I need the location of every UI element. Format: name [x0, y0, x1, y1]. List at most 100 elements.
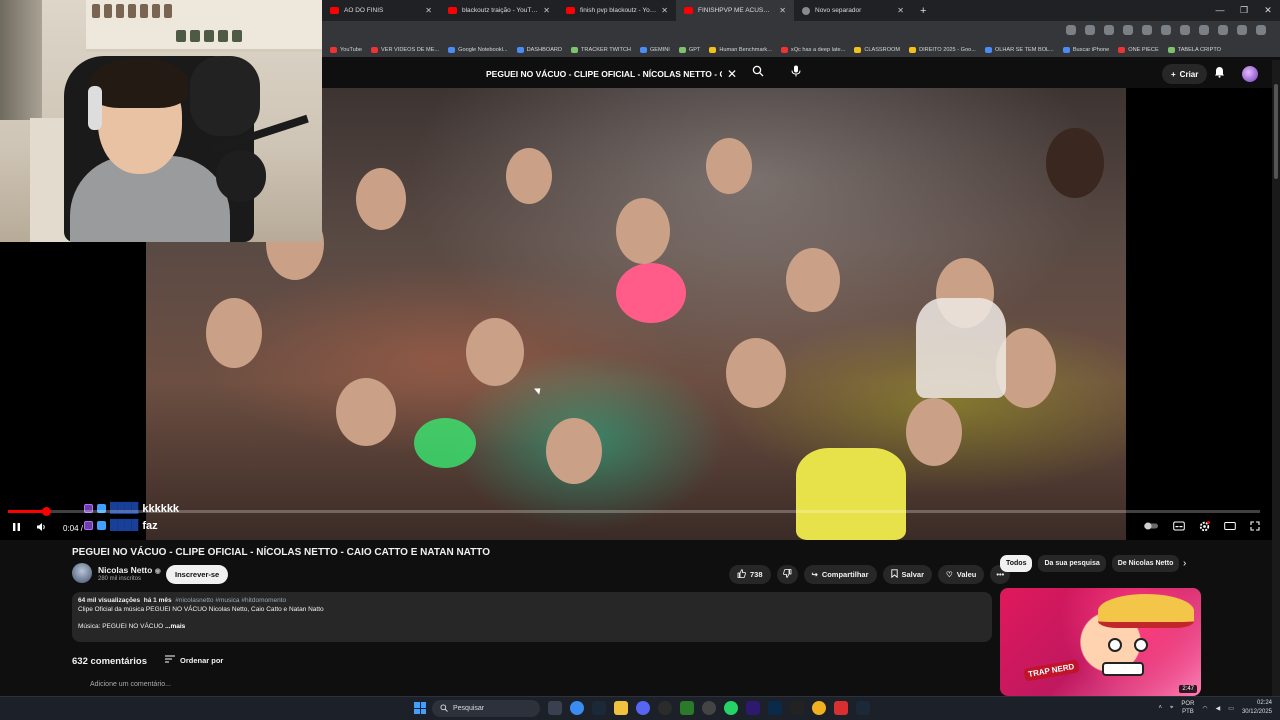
chevron-right-icon[interactable]: › — [1183, 558, 1186, 569]
subscribe-button[interactable]: Inscrever-se — [166, 565, 229, 584]
puzzle-icon[interactable] — [1218, 25, 1228, 35]
bookmark[interactable]: GPT — [678, 47, 700, 53]
github-icon[interactable] — [658, 701, 672, 715]
bookmark[interactable]: DIREITO 2025 - Goo... — [909, 47, 976, 53]
steam-icon[interactable] — [856, 701, 870, 715]
dislike-button[interactable] — [776, 565, 798, 584]
system-clock[interactable]: 02:24 30/12/2025 — [1242, 699, 1272, 717]
clear-search-icon[interactable]: ✕ — [722, 67, 742, 81]
close-icon[interactable]: ✕ — [661, 6, 668, 15]
premiere-icon[interactable] — [746, 701, 760, 715]
channel-avatar[interactable] — [72, 563, 92, 583]
browser-tab[interactable]: finish pvp blackoutz - YouTube ✕ — [558, 0, 676, 21]
bookmark[interactable]: TRACKER TWITCH — [571, 47, 631, 53]
bookmark[interactable]: YouTube — [330, 47, 362, 53]
like-button[interactable]: 738 — [729, 565, 771, 584]
search-icon[interactable] — [752, 65, 770, 83]
extension-icon[interactable] — [1142, 25, 1152, 35]
sort-comments-button[interactable]: Ordenar por — [165, 655, 223, 665]
bookmark[interactable]: DASHBOARD — [516, 47, 562, 53]
bookmark[interactable]: xQc has a deep late... — [780, 47, 845, 53]
show-more-link[interactable]: ...mais — [165, 623, 185, 630]
chip-from-channel[interactable]: De Nicolas Netto — [1111, 555, 1180, 572]
microphone-icon[interactable] — [787, 65, 805, 83]
bookmark[interactable]: TABELA CRIPTO — [1167, 47, 1221, 53]
chip-from-search[interactable]: Da sua pesquisa — [1038, 555, 1106, 572]
chevron-up-icon[interactable]: ˄ — [1159, 705, 1163, 711]
bookmark[interactable]: Google Notebookl... — [448, 47, 508, 53]
steam-icon[interactable] — [592, 701, 606, 715]
close-icon[interactable]: ✕ — [543, 6, 550, 15]
hashtags[interactable]: #nicolasnetto #musica #hitdomomento — [175, 597, 286, 604]
maximize-icon[interactable]: ❐ — [1232, 0, 1256, 21]
minimize-icon[interactable]: — — [1208, 0, 1232, 21]
scrollbar-thumb[interactable] — [1274, 84, 1278, 179]
share-button[interactable]: ↪ Compartilhar — [803, 565, 877, 584]
browser-tab[interactable]: Novo separador ✕ — [794, 0, 912, 21]
browser-tab[interactable]: ÃO DO FINIS ✕ — [322, 0, 440, 21]
extension-icon[interactable] — [1104, 25, 1114, 35]
close-window-icon[interactable]: ✕ — [1256, 0, 1280, 21]
browser-tab[interactable]: blackoutz traição - YouTube ✕ — [440, 0, 558, 21]
progress-scrubber[interactable] — [41, 507, 51, 516]
speaker-icon[interactable]: ◀ — [1216, 705, 1221, 712]
epic-icon[interactable] — [702, 701, 716, 715]
new-tab-button[interactable]: + — [912, 5, 934, 17]
input-language[interactable]: POR PTB — [1181, 700, 1194, 716]
capcut-icon[interactable] — [790, 701, 804, 715]
task-view-icon[interactable] — [548, 701, 562, 715]
extension-icon[interactable] — [1180, 25, 1190, 35]
pause-icon[interactable] — [12, 522, 21, 535]
search-box[interactable]: PEGUEI NO VÁCUO - CLIPE OFICIAL - NÍCOLA… — [474, 63, 754, 85]
autoplay-toggle-icon[interactable] — [1143, 521, 1159, 535]
search-input[interactable]: PEGUEI NO VÁCUO - CLIPE OFICIAL - NÍCOLA… — [474, 69, 722, 79]
close-icon[interactable]: ✕ — [779, 6, 786, 15]
profile-icon[interactable] — [1237, 25, 1247, 35]
star-icon[interactable] — [1085, 25, 1095, 35]
extension-icon[interactable] — [1066, 25, 1076, 35]
page-scrollbar[interactable] — [1272, 60, 1280, 696]
account-avatar[interactable] — [1242, 66, 1258, 82]
acrobat-icon[interactable] — [834, 701, 848, 715]
battery-icon[interactable]: ▭ — [1228, 705, 1234, 712]
wifi-icon[interactable]: ◠ — [1202, 705, 1207, 712]
save-button[interactable]: Salvar — [882, 565, 933, 584]
app-icon[interactable] — [812, 701, 826, 715]
extension-icon[interactable] — [1161, 25, 1171, 35]
bookmark[interactable]: Buscar iPhone — [1062, 47, 1109, 53]
bookmark[interactable]: Human Benchmark... — [709, 47, 772, 53]
bookmark[interactable]: ONE PIECE — [1118, 47, 1159, 53]
photoshop-icon[interactable] — [768, 701, 782, 715]
windows-start-icon[interactable] — [414, 702, 426, 714]
settings-gear-icon[interactable] — [1199, 521, 1210, 535]
video-description[interactable]: 64 mil visualizações há 1 mês #nicolasne… — [72, 592, 992, 642]
nvidia-icon[interactable] — [680, 701, 694, 715]
thanks-button[interactable]: ♡ Valeu — [938, 565, 985, 584]
extension-icon[interactable] — [1199, 25, 1209, 35]
taskbar-search[interactable]: Pesquisar — [432, 700, 540, 717]
browser-tab-active[interactable]: FINISHPVP ME ACUSOU DE HA ✕ — [676, 0, 794, 21]
bookmark[interactable]: VER VIDEOS DE ME... — [370, 47, 439, 53]
add-comment-input[interactable]: Adicione um comentário... — [90, 681, 171, 688]
discord-icon[interactable] — [636, 701, 650, 715]
fullscreen-icon[interactable] — [1250, 521, 1260, 535]
close-icon[interactable]: ✕ — [425, 6, 432, 15]
extension-icon[interactable] — [1123, 25, 1133, 35]
theater-mode-icon[interactable] — [1224, 521, 1236, 535]
channel-name[interactable]: Nicolas Netto ◉ — [98, 565, 161, 575]
video-progress-bar[interactable] — [8, 507, 1260, 516]
bookmark[interactable]: CLASSROOM — [854, 47, 900, 53]
close-icon[interactable]: ✕ — [897, 6, 904, 15]
subtitles-icon[interactable] — [1173, 521, 1185, 535]
volume-icon[interactable] — [36, 522, 47, 535]
chip-all[interactable]: Todos — [1000, 555, 1033, 572]
notifications-bell-icon[interactable] — [1214, 66, 1225, 81]
bookmark[interactable]: OLHAR SE TEM BOL... — [984, 47, 1054, 53]
menu-icon[interactable] — [1256, 25, 1266, 35]
whatsapp-icon[interactable] — [724, 701, 738, 715]
chrome-icon[interactable] — [570, 701, 584, 715]
file-explorer-icon[interactable] — [614, 701, 628, 715]
create-button[interactable]: + Criar — [1162, 64, 1208, 84]
bookmark[interactable]: GEMINI — [639, 47, 670, 53]
next-video-thumbnail[interactable]: TRAP NERD 2:47 — [1000, 588, 1201, 696]
